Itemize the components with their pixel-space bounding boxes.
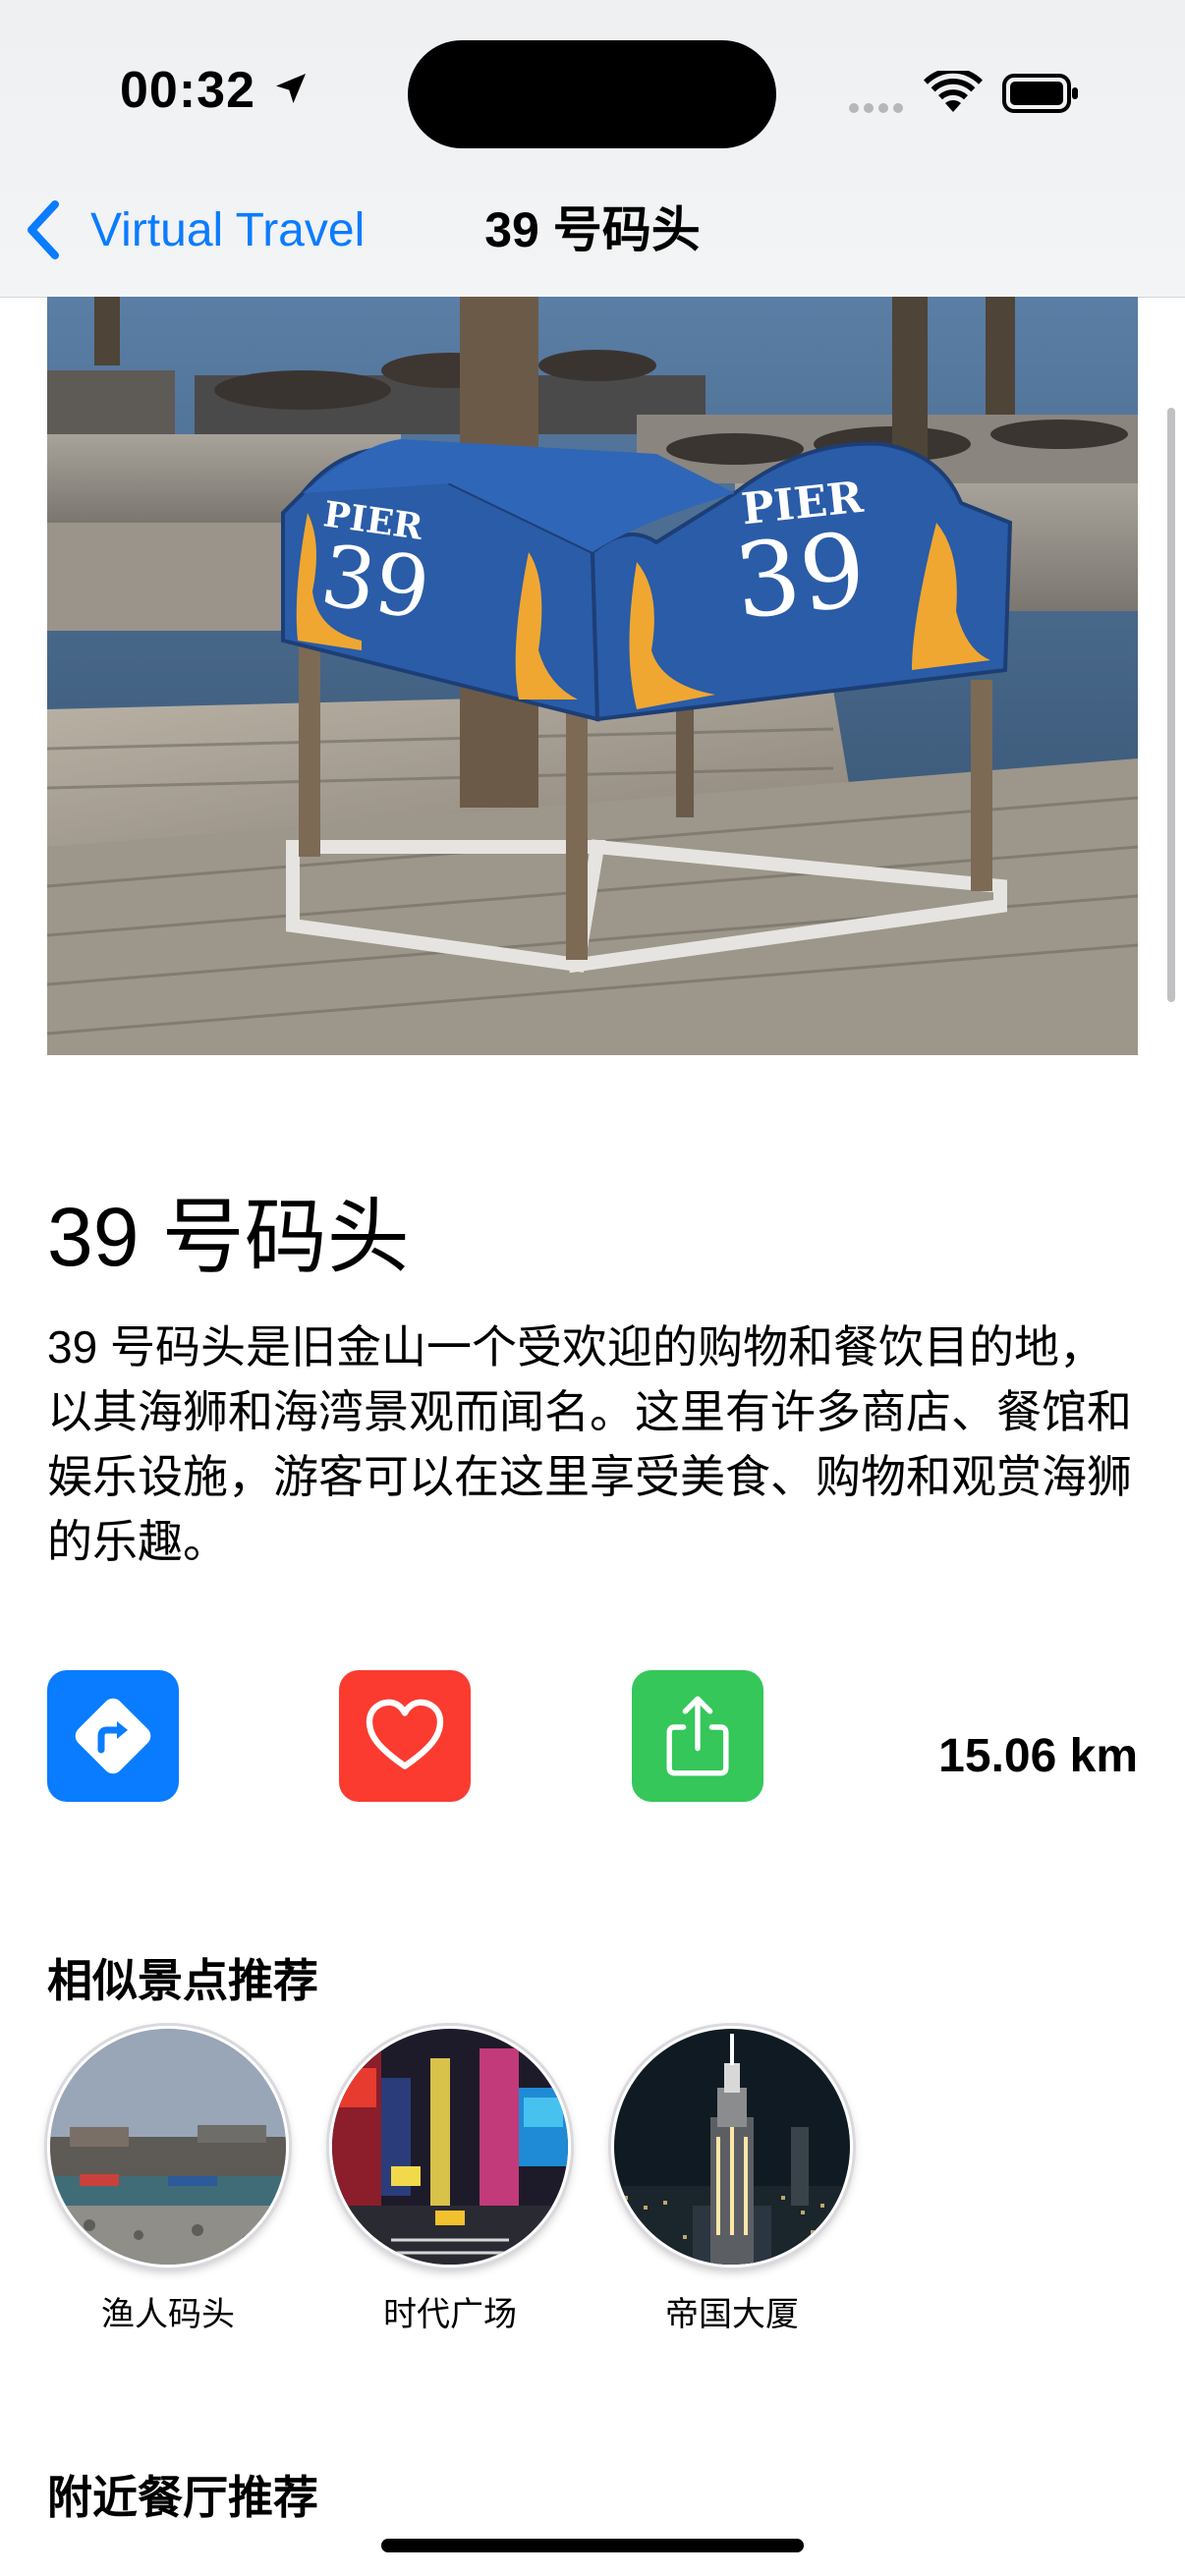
dynamic-island (408, 40, 776, 148)
sign-number-right: 39 (729, 510, 871, 643)
similar-item-label: 帝国大厦 (665, 2296, 799, 2333)
similar-item-label: 时代广场 (383, 2296, 517, 2333)
share-icon (666, 1696, 729, 1776)
page-title: 39 号码头 (484, 202, 701, 257)
share-button[interactable] (632, 1670, 763, 1802)
sign-number: 39 (315, 527, 435, 639)
empire-state-thumbnail (611, 2026, 853, 2268)
heart-icon (366, 1699, 444, 1769)
navigation-bar: 00:32 Virtual Travel 39 号码头 (0, 0, 1185, 298)
wifi-icon (924, 71, 983, 112)
scroll-indicator[interactable] (1167, 408, 1175, 1002)
similar-item-fishermans-wharf[interactable]: 渔人码头 (47, 2026, 289, 2335)
favorite-button[interactable] (339, 1670, 471, 1802)
directions-button[interactable] (47, 1670, 179, 1802)
nearby-section-title: 附近餐厅推荐 (47, 2472, 318, 2523)
directions-icon (75, 1698, 151, 1774)
home-indicator[interactable] (381, 2539, 804, 2552)
similar-section-title: 相似景点推荐 (47, 1955, 318, 2006)
battery-icon (1002, 74, 1078, 113)
status-time: 00:32 (120, 62, 255, 119)
location-arrow-icon (276, 74, 306, 103)
fishermans-wharf-thumbnail (47, 2026, 289, 2268)
times-square-thumbnail (329, 2026, 571, 2268)
similar-item-label: 渔人码头 (101, 2296, 235, 2333)
hero-image: PIER 39 PIER 39 (47, 297, 1138, 1055)
cellular-signal-icon (849, 100, 908, 118)
distance-value: 15.06 km (938, 1730, 1138, 1782)
similar-item-times-square[interactable]: 时代广场 (329, 2026, 571, 2335)
place-title: 39 号码头 (47, 1191, 410, 1283)
similar-item-empire-state[interactable]: 帝国大厦 (611, 2026, 853, 2335)
place-description: 39 号码头是旧金山一个受欢迎的购物和餐饮目的地，以其海狮和海湾景观而闻名。这里… (47, 1321, 1132, 1567)
